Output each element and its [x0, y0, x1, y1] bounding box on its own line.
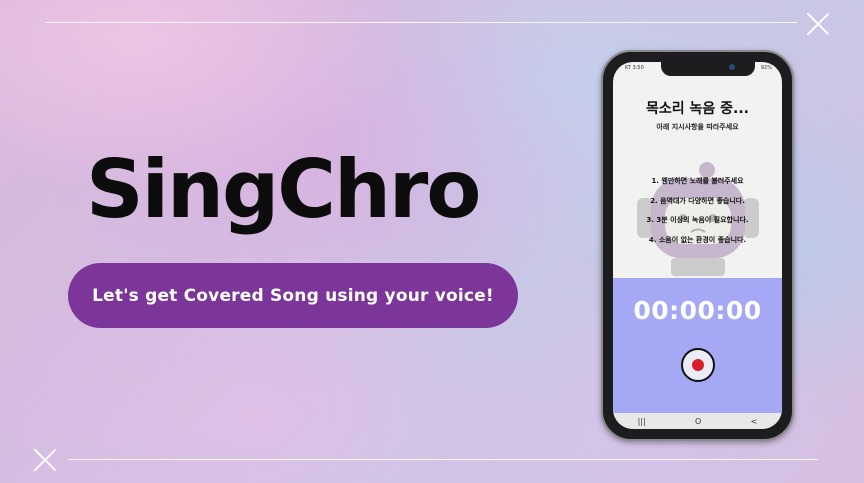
close-x-icon-top-right: [806, 12, 830, 36]
camera-icon: [729, 64, 735, 70]
phone-screen: KT 3:50 92% 목소리 녹음 중... 아래 지시사항을 따라주세요 1…: [613, 62, 782, 429]
back-icon[interactable]: <: [751, 417, 758, 426]
tagline-text: Let's get Covered Song using your voice!: [92, 285, 494, 306]
instruction-item: 2. 음역대가 다양하면 좋습니다.: [650, 196, 745, 205]
recording-timer: 00:00:00: [633, 296, 762, 325]
close-x-icon-bottom-left: [33, 448, 57, 472]
instruction-item: 3. 3분 이상의 녹음이 필요합니다.: [646, 216, 749, 224]
recording-panel: 00:00:00: [613, 278, 782, 413]
status-battery: 92%: [760, 65, 772, 71]
instruction-item: 1. 웬만하면 노래를 불러주세요: [651, 177, 744, 185]
phone-mockup: KT 3:50 92% 목소리 녹음 중... 아래 지시사항을 따라주세요 1…: [601, 50, 794, 441]
recording-title: 목소리 녹음 중...: [646, 101, 749, 117]
bottom-divider-line: [68, 459, 818, 460]
tagline-pill: Let's get Covered Song using your voice!: [68, 263, 518, 328]
status-carrier-time: KT 3:50: [625, 65, 644, 71]
app-title: SingChro: [86, 143, 481, 236]
instruction-item: 4. 소음이 없는 환경이 좋습니다.: [648, 235, 747, 244]
home-icon[interactable]: O: [695, 417, 701, 426]
instruction-list: 1. 웬만하면 노래를 불러주세요 2. 음역대가 다양하면 좋습니다. 3. …: [613, 172, 782, 250]
android-nav-bar: ||| O <: [613, 413, 782, 429]
record-button[interactable]: [681, 348, 715, 382]
record-dot-icon: [692, 359, 704, 371]
recording-subtitle: 아래 지시사항을 따라주세요: [656, 123, 739, 131]
phone-notch: [661, 62, 755, 76]
top-divider-line: [45, 22, 797, 23]
recent-apps-icon[interactable]: |||: [638, 417, 646, 426]
